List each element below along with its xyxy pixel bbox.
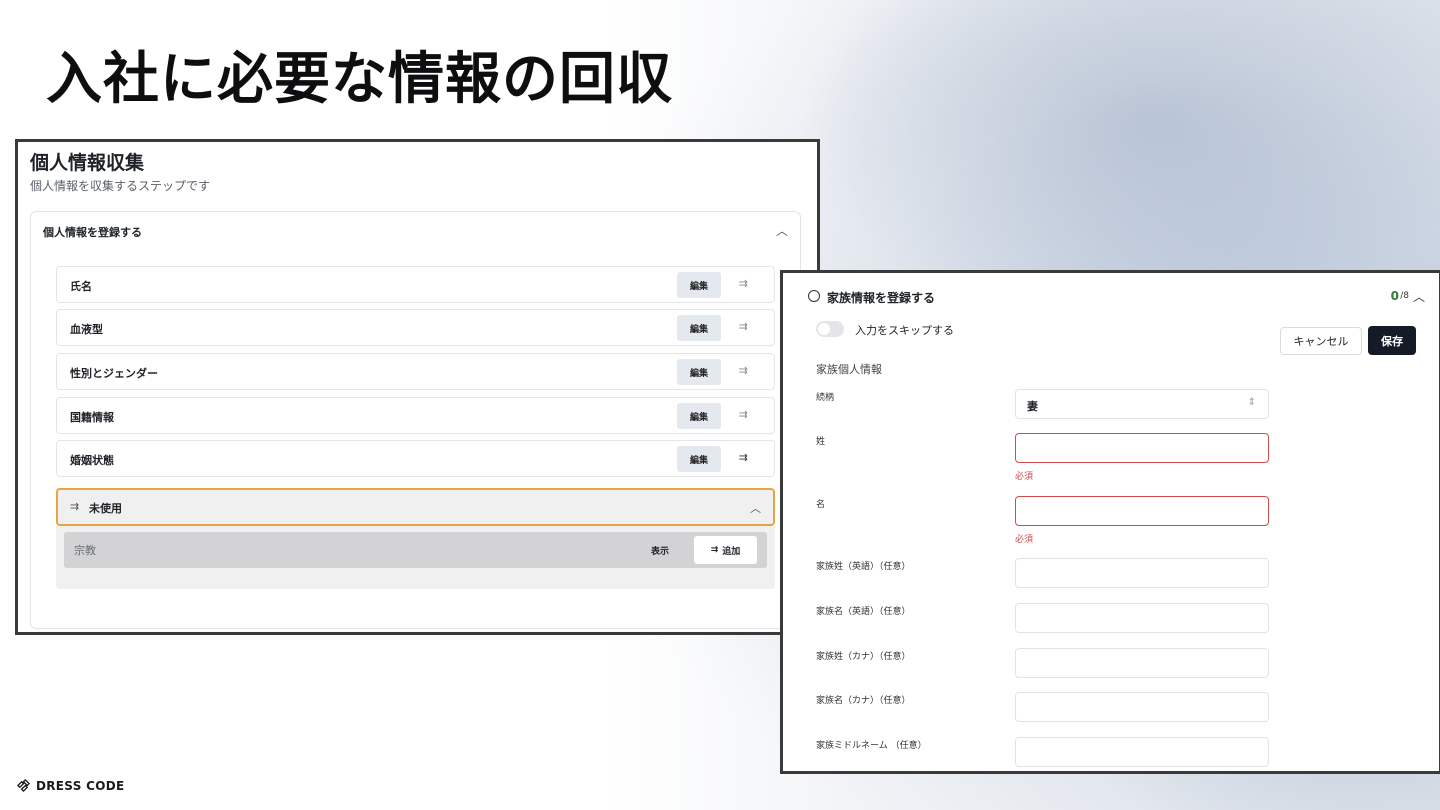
- unused-section-header[interactable]: ⇉ 未使用 ︿: [56, 488, 775, 526]
- relationship-select[interactable]: 妻 ⇕: [1015, 389, 1269, 419]
- row-label: 氏名: [70, 280, 92, 293]
- list-item: 氏名 編集 ⇉: [56, 266, 775, 303]
- chevron-up-icon[interactable]: ︿: [776, 222, 788, 239]
- list-arrow-icon[interactable]: ⇉: [739, 277, 748, 290]
- list-arrow-icon[interactable]: ⇉: [739, 364, 748, 377]
- field-label: 家族名（英語）（任意）: [816, 607, 911, 617]
- select-updown-icon: ⇕: [1247, 397, 1256, 408]
- select-value: 妻: [1027, 400, 1038, 413]
- add-button[interactable]: ⇉ 追加: [694, 536, 757, 564]
- list-arrow-icon[interactable]: ⇉: [739, 451, 748, 464]
- section-label: 家族個人情報: [816, 363, 882, 376]
- unused-label: 未使用: [89, 502, 122, 515]
- row-label: 性別とジェンダー: [70, 367, 158, 380]
- family-first-name-kana-input[interactable]: [1015, 692, 1269, 722]
- unused-section-body: 宗教 表示 ⇉ 追加: [56, 526, 775, 589]
- row-label: 血液型: [70, 323, 103, 336]
- save-button[interactable]: 保存: [1368, 326, 1416, 355]
- row-label: 国籍情報: [70, 411, 114, 424]
- panel-title: 家族情報を登録する: [827, 291, 936, 305]
- slide-title: 入社に必要な情報の回収: [46, 47, 673, 112]
- progress-count: 0: [1390, 289, 1399, 303]
- field-label: 家族姓（カナ）（任意）: [816, 652, 911, 662]
- list-item: 性別とジェンダー 編集 ⇉: [56, 353, 775, 390]
- error-text: 必須: [1015, 472, 1034, 482]
- family-first-name-en-input[interactable]: [1015, 603, 1269, 633]
- error-text: 必須: [1015, 535, 1034, 545]
- circle-outline-icon: [808, 290, 820, 302]
- list-arrow-icon: ⇉: [710, 545, 719, 555]
- family-info-panel: 家族情報を登録する 0 /8 ︿ 入力をスキップする キャンセル 保存 家族個人…: [780, 270, 1440, 774]
- edit-button[interactable]: 編集: [677, 315, 721, 341]
- list-item: 国籍情報 編集 ⇉: [56, 397, 775, 434]
- skip-label: 入力をスキップする: [855, 324, 954, 337]
- field-label: 名: [816, 500, 826, 510]
- dress-code-logo: DRESS CODE: [16, 778, 125, 793]
- field-label: 家族姓（英語）（任意）: [816, 562, 911, 572]
- list-item: 宗教 表示 ⇉ 追加: [64, 532, 767, 568]
- list-item: 血液型 編集 ⇉: [56, 309, 775, 346]
- personal-info-panel: 個人情報収集 個人情報を収集するステップです 個人情報を登録する ︿ 氏名 編集…: [15, 139, 820, 635]
- panel-subtitle: 個人情報を収集するステップです: [30, 179, 211, 193]
- field-label: 姓: [816, 437, 826, 447]
- progress-total: /8: [1400, 291, 1409, 301]
- cancel-button[interactable]: キャンセル: [1280, 327, 1362, 355]
- family-middle-name-input[interactable]: [1015, 737, 1269, 767]
- panel-title: 個人情報収集: [30, 152, 145, 174]
- edit-button[interactable]: 編集: [677, 272, 721, 298]
- register-personal-info-card: 個人情報を登録する ︿ 氏名 編集 ⇉ 血液型 編集 ⇉ 性別とジェンダー 編集…: [30, 211, 801, 629]
- last-name-input[interactable]: [1015, 433, 1269, 463]
- chevron-up-icon[interactable]: ︿: [1413, 288, 1425, 305]
- card-title: 個人情報を登録する: [43, 226, 142, 239]
- list-arrow-icon: ⇉: [70, 500, 80, 513]
- first-name-input[interactable]: [1015, 496, 1269, 526]
- logo-text: DRESS CODE: [36, 778, 125, 793]
- field-label: 続柄: [816, 393, 835, 403]
- field-label: 家族ミドルネーム （任意）: [816, 741, 927, 751]
- show-label: 表示: [650, 547, 669, 557]
- dress-code-logo-icon: [16, 778, 31, 793]
- edit-button[interactable]: 編集: [677, 446, 721, 472]
- family-last-name-kana-input[interactable]: [1015, 648, 1269, 678]
- add-button-label: 追加: [722, 546, 741, 557]
- skip-toggle[interactable]: [816, 321, 844, 337]
- row-label: 婚姻状態: [70, 454, 114, 467]
- list-arrow-icon[interactable]: ⇉: [739, 408, 748, 421]
- list-item: 婚姻状態 編集 ⇉: [56, 440, 775, 477]
- edit-button[interactable]: 編集: [677, 403, 721, 429]
- row-label: 宗教: [74, 544, 96, 557]
- field-label: 家族名（カナ）（任意）: [816, 696, 911, 706]
- chevron-up-icon[interactable]: ︿: [750, 500, 761, 516]
- edit-button[interactable]: 編集: [677, 359, 721, 385]
- list-arrow-icon[interactable]: ⇉: [739, 320, 748, 333]
- family-last-name-en-input[interactable]: [1015, 558, 1269, 588]
